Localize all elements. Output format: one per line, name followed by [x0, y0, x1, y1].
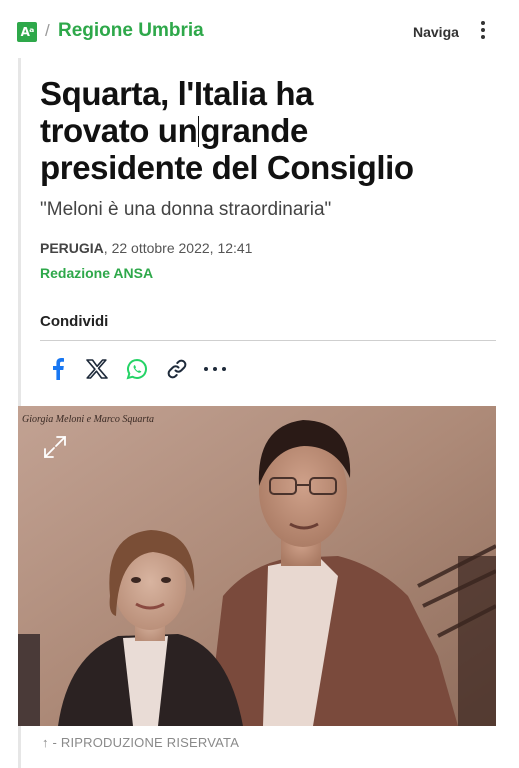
- x-icon[interactable]: [84, 356, 110, 382]
- title-line-1: Squarta, l'Italia ha: [40, 75, 314, 112]
- photo-caption: ↑ - RIPRODUZIONE RISERVATA: [42, 735, 240, 750]
- more-share-icon[interactable]: [202, 356, 228, 382]
- expand-icon[interactable]: [42, 434, 68, 460]
- breadcrumb-separator: /: [45, 21, 50, 40]
- side-rule: [18, 58, 21, 406]
- facebook-icon[interactable]: [46, 356, 70, 382]
- article-author[interactable]: Redazione ANSA: [40, 265, 153, 281]
- article-title: Squarta, l'Italia ha trovato ungrande pr…: [40, 75, 480, 186]
- side-rule-bottom: [18, 726, 21, 768]
- title-line-3: presidente del Consiglio: [40, 149, 414, 186]
- article-location: PERUGIA: [40, 240, 104, 256]
- article-dateline: PERUGIA, 22 ottobre 2022, 12:41: [40, 240, 252, 256]
- title-line-2: trovato un: [40, 112, 198, 149]
- whatsapp-icon[interactable]: [124, 356, 150, 382]
- photo-inset-caption: Giorgia Meloni e Marco Squarta: [22, 414, 154, 425]
- title-line-2b: grande: [200, 112, 308, 149]
- article-photo[interactable]: Giorgia Meloni e Marco Squarta: [18, 406, 496, 726]
- top-bar: Aᵃ / Regione Umbria Naviga: [0, 0, 519, 58]
- breadcrumb-section[interactable]: Regione Umbria: [58, 20, 204, 42]
- link-icon[interactable]: [164, 356, 190, 382]
- share-label: Condividi: [40, 313, 109, 330]
- nav-button[interactable]: Naviga: [413, 24, 459, 40]
- article-subtitle: "Meloni è una donna straordinaria": [40, 199, 332, 220]
- ansa-logo[interactable]: Aᵃ: [17, 22, 37, 42]
- more-menu-icon[interactable]: [478, 21, 488, 43]
- share-divider: [40, 340, 496, 341]
- article-date: , 22 ottobre 2022, 12:41: [103, 240, 253, 256]
